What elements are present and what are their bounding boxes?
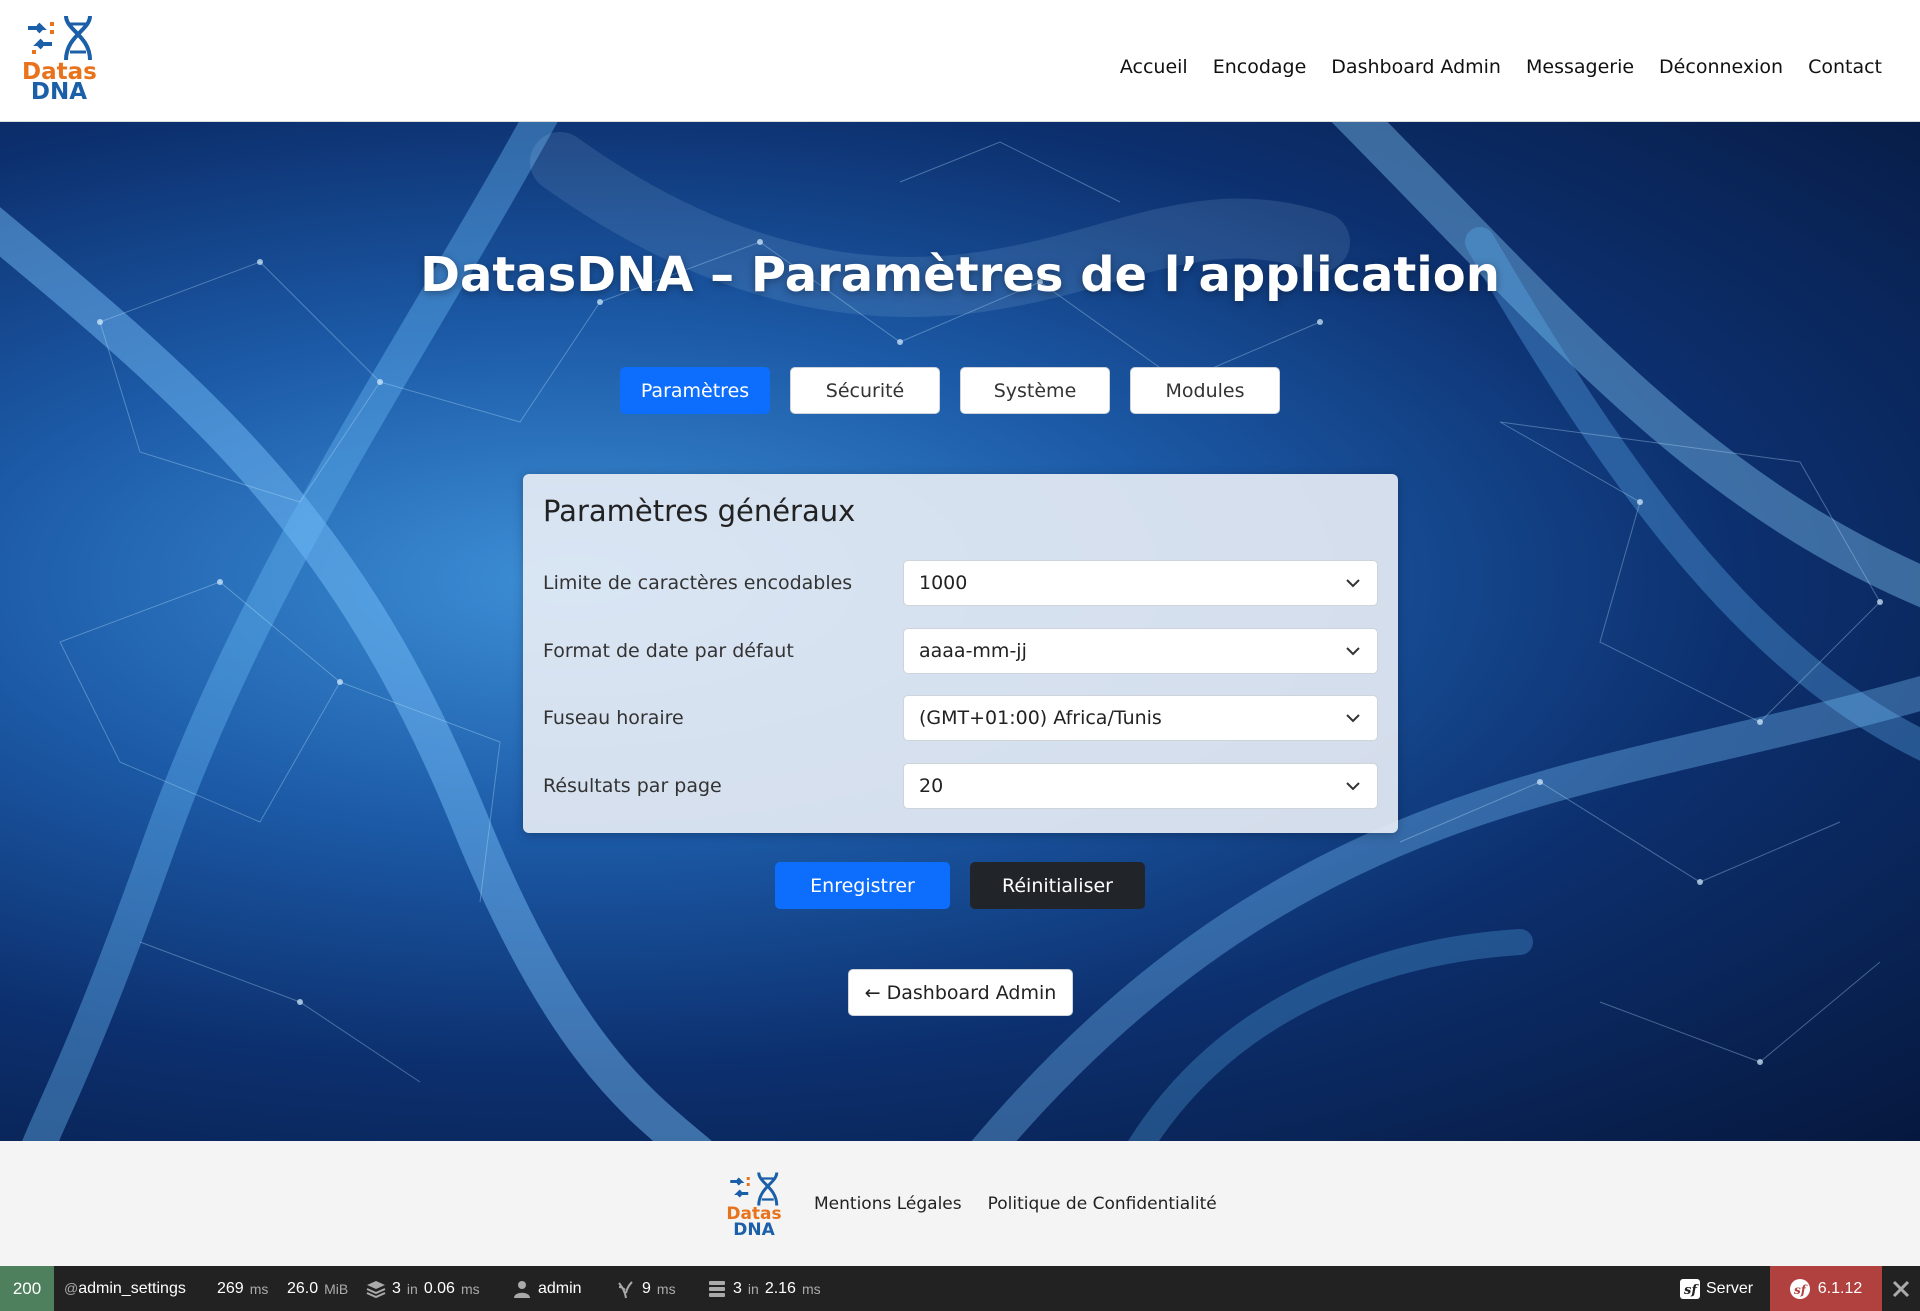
card-title: Paramètres généraux: [543, 494, 856, 528]
close-toolbar-button[interactable]: [1882, 1266, 1920, 1311]
form-actions: Enregistrer Réinitialiser: [775, 862, 1145, 909]
timezone-value: (GMT+01:00) Africa/Tunis: [919, 707, 1162, 729]
chevron-down-icon: [1346, 714, 1360, 723]
setting-row-results-per-page: Résultats par page 20: [543, 763, 1378, 809]
toolbar-time[interactable]: 269 ms: [217, 1266, 268, 1311]
route-name: admin_settings: [78, 1279, 186, 1297]
footer-link-mentions-legales[interactable]: Mentions Légales: [814, 1194, 962, 1214]
reset-button[interactable]: Réinitialiser: [970, 862, 1145, 909]
back-to-dashboard-button[interactable]: ← Dashboard Admin: [848, 969, 1073, 1016]
site-footer: Datas DNA Mentions Légales Politique de …: [0, 1141, 1920, 1266]
toolbar-cache[interactable]: 3 in 0.06 ms: [366, 1266, 480, 1311]
chevron-down-icon: [1346, 579, 1360, 588]
results-per-page-label: Résultats par page: [543, 775, 722, 797]
database-icon: [709, 1280, 725, 1297]
memory-value: 26.0: [287, 1279, 319, 1297]
nav-accueil[interactable]: Accueil: [1120, 56, 1188, 78]
page-title: DatasDNA – Paramètres de l’application: [420, 247, 1500, 303]
dna-logo-icon: [28, 15, 92, 61]
cache-layers-icon: [366, 1280, 386, 1298]
toolbar-server[interactable]: sf Server: [1680, 1266, 1753, 1311]
tab-securite[interactable]: Sécurité: [790, 367, 940, 414]
db-in: in: [747, 1280, 759, 1297]
toolbar-memory[interactable]: 26.0 MiB: [287, 1266, 348, 1311]
timezone-select[interactable]: (GMT+01:00) Africa/Tunis: [903, 695, 1378, 741]
footer-logo-word-dna: DNA: [733, 1220, 775, 1240]
debug-toolbar: 200 @admin_settings 269 ms 26.0 MiB 3 in 0.0…: [0, 1266, 1920, 1311]
date-format-label: Format de date par défaut: [543, 640, 794, 662]
chevron-down-icon: [1346, 647, 1360, 656]
hero-section: DatasDNA – Paramètres de l’application P…: [0, 122, 1920, 1141]
setting-row-date-format: Format de date par défaut aaaa-mm-jj: [543, 628, 1378, 674]
save-button[interactable]: Enregistrer: [775, 862, 950, 909]
date-format-select[interactable]: aaaa-mm-jj: [903, 628, 1378, 674]
toolbar-version[interactable]: sf 6.1.12: [1770, 1266, 1882, 1311]
server-label: Server: [1706, 1279, 1754, 1297]
svg-text:sf: sf: [1794, 1283, 1808, 1297]
cache-unit: ms: [460, 1280, 480, 1297]
toolbar-user[interactable]: admin: [512, 1266, 582, 1311]
results-per-page-select[interactable]: 20: [903, 763, 1378, 809]
cache-in: in: [406, 1280, 418, 1297]
version-value: 6.1.12: [1817, 1279, 1863, 1297]
twig-icon: [618, 1280, 633, 1298]
toolbar-database[interactable]: 3 in 2.16 ms: [707, 1266, 821, 1311]
symfony-logo-icon: sf: [1789, 1278, 1810, 1299]
date-format-value: aaaa-mm-jj: [919, 640, 1027, 662]
char-limit-label: Limite de caractères encodables: [543, 572, 853, 594]
site-header: Datas DNA Accueil Encodage Dashboard Adm…: [0, 0, 1920, 122]
site-logo[interactable]: Datas DNA: [22, 14, 97, 105]
cache-time: 0.06: [423, 1279, 455, 1297]
char-limit-value: 1000: [919, 572, 968, 594]
timezone-label: Fuseau horaire: [543, 707, 684, 729]
symfony-icon: sf: [1680, 1278, 1700, 1299]
nav-deconnexion[interactable]: Déconnexion: [1659, 56, 1783, 78]
toolbar-twig[interactable]: 9 ms: [616, 1266, 676, 1311]
user-name: admin: [538, 1279, 582, 1297]
logo-word-dna: DNA: [30, 79, 88, 105]
cache-count: 3: [392, 1279, 401, 1297]
twig-unit: ms: [656, 1280, 676, 1297]
dna-logo-icon: [730, 1172, 779, 1206]
db-count: 3: [733, 1279, 742, 1297]
nav-contact[interactable]: Contact: [1808, 56, 1882, 78]
nav-encodage[interactable]: Encodage: [1213, 56, 1307, 78]
nav-messagerie[interactable]: Messagerie: [1526, 56, 1634, 78]
char-limit-select[interactable]: 1000: [903, 560, 1378, 606]
route-prefix: @: [64, 1279, 79, 1296]
tab-modules[interactable]: Modules: [1130, 367, 1280, 414]
nav-dashboard-admin[interactable]: Dashboard Admin: [1331, 56, 1501, 78]
memory-unit: MiB: [324, 1280, 349, 1297]
footer-link-confidentialite[interactable]: Politique de Confidentialité: [988, 1194, 1217, 1214]
toolbar-route[interactable]: @admin_settings: [64, 1266, 186, 1311]
footer-links: Mentions Légales Politique de Confidenti…: [814, 1194, 1217, 1214]
footer-logo[interactable]: Datas DNA: [726, 1171, 782, 1240]
user-icon: [514, 1280, 530, 1298]
settings-tabs: Paramètres Sécurité Système Modules: [620, 367, 1280, 414]
chevron-down-icon: [1346, 782, 1360, 791]
tab-parametres[interactable]: Paramètres: [620, 367, 770, 414]
setting-row-char-limit: Limite de caractères encodables 1000: [543, 560, 1378, 606]
time-value: 269: [217, 1279, 244, 1297]
db-unit: ms: [801, 1280, 821, 1297]
time-unit: ms: [249, 1280, 269, 1297]
main-nav: Accueil Encodage Dashboard Admin Message…: [1120, 56, 1882, 78]
setting-row-timezone: Fuseau horaire (GMT+01:00) Africa/Tunis: [543, 695, 1378, 741]
general-settings-card: Paramètres généraux Limite de caractères…: [523, 474, 1398, 833]
db-time: 2.16: [764, 1279, 796, 1297]
close-icon: [1892, 1280, 1910, 1297]
results-per-page-value: 20: [919, 775, 944, 797]
status-code-badge[interactable]: 200: [0, 1266, 54, 1311]
twig-time: 9: [642, 1279, 651, 1297]
tab-systeme[interactable]: Système: [960, 367, 1110, 414]
